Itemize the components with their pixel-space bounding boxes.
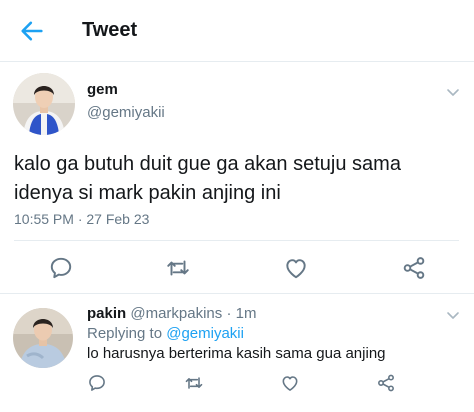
top-bar: Tweet [0,0,474,62]
tweet-menu-button[interactable] [446,311,460,321]
like-button[interactable] [280,373,300,393]
reply-button[interactable] [87,373,107,393]
tweet-menu-button[interactable] [446,88,460,98]
retweet-button[interactable] [165,255,191,281]
avatar[interactable] [13,308,73,368]
reply-icon [89,375,105,391]
retweet-button[interactable] [184,373,204,393]
divider [14,240,459,241]
arrow-left-icon [21,21,43,41]
tweet-text: kalo ga butuh duit gue ga akan setuju sa… [14,153,401,204]
share-icon [403,257,425,279]
reply-time: 1m [235,305,257,322]
replying-prefix: Replying to [87,325,163,342]
reply-text: lo harusnya berterima kasih sama gua anj… [87,345,386,362]
author-handle[interactable]: @gemiyakii [87,104,165,121]
share-button[interactable] [401,255,427,281]
heart-icon [282,376,298,391]
back-button[interactable] [18,17,46,45]
separator: · [226,305,232,322]
tweet-timestamp: 10:55 PM · 27 Feb 23 [14,211,150,227]
like-button[interactable] [283,255,309,281]
author-name[interactable]: gem [87,81,118,98]
chevron-down-icon [447,312,459,319]
reply-button[interactable] [48,255,74,281]
author-handle[interactable]: @markpakins [130,305,222,322]
retweet-icon [185,377,203,389]
avatar-photo [13,73,75,135]
reply-header: pakin @markpakins · 1m [87,305,256,322]
page-title: Tweet [82,19,138,41]
share-icon [378,374,394,392]
chevron-down-icon [447,89,459,96]
author-name[interactable]: pakin [87,305,126,322]
heart-icon [286,259,306,279]
retweet-icon [167,260,189,276]
avatar-photo [13,308,73,368]
reply-tweet: pakin @markpakins · 1m Replying to @gemi… [0,293,474,412]
reply-icon [50,257,72,279]
share-button[interactable] [376,373,396,393]
avatar[interactable] [13,73,75,135]
mention-link[interactable]: @gemiyakii [166,325,244,342]
replying-to: Replying to @gemiyakii [87,325,244,342]
